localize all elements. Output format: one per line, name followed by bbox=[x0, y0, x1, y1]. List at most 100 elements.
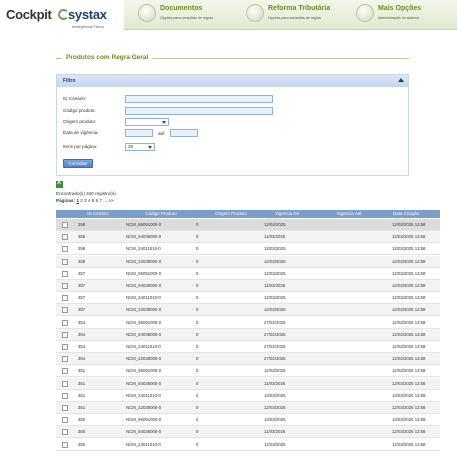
filter-panel: Filtro ID Cenário: Código produto: Orige… bbox=[56, 74, 409, 176]
row-view-icon[interactable] bbox=[62, 380, 68, 387]
row-view-icon[interactable] bbox=[62, 429, 68, 436]
table-row[interactable]: 358 NCM_94036000-0 0 11/03/2025 12/03/2025 1… bbox=[56, 231, 440, 244]
cell-id-cenario: 358 bbox=[78, 246, 86, 252]
row-view-icon[interactable] bbox=[62, 258, 68, 265]
row-view-icon[interactable] bbox=[62, 307, 68, 314]
table-row[interactable]: 350 NCM_96091000-0 0 12/03/2025 12/03/2025 1… bbox=[56, 414, 440, 427]
pagination-current-page[interactable]: 1 bbox=[76, 198, 79, 203]
row-view-icon[interactable] bbox=[62, 283, 68, 289]
cell-data-criacao: 12/03/2025 13:58 bbox=[392, 222, 426, 227]
cell-vigencia-de: 12/03/2025 bbox=[264, 295, 286, 301]
row-view-icon[interactable] bbox=[62, 356, 68, 363]
col-data-criacao[interactable]: Data Criação bbox=[376, 211, 436, 216]
col-origem-produto[interactable]: Origem Produto bbox=[196, 211, 266, 216]
table-row[interactable]: 354 NCM_94036000-0 0 27/02/2025 12/03/2025 1… bbox=[56, 328, 440, 341]
data-ate-label: até bbox=[158, 131, 165, 136]
cell-data-criacao: 12/03/2025 13:58 bbox=[392, 344, 426, 349]
col-vigencia-de[interactable]: Vigencia De bbox=[262, 211, 312, 216]
codigo-produto-input[interactable] bbox=[125, 107, 273, 115]
table-row[interactable]: 350 NCM_24011010-0 0 12/03/2025 12/03/2025 1… bbox=[56, 439, 440, 451]
excel-export-icon[interactable] bbox=[56, 180, 63, 188]
row-view-icon[interactable] bbox=[62, 295, 68, 302]
row-view-icon[interactable] bbox=[62, 441, 68, 448]
tab-mais-opcoes[interactable]: Mais Opções Administração do sistema bbox=[352, 2, 452, 28]
table-row[interactable]: 351 NCM_94036000-0 0 11/03/2025 12/03/2025 1… bbox=[56, 377, 440, 390]
cell-id-cenario: 350 bbox=[78, 441, 86, 447]
cell-data-criacao: 12/03/2025 13:58 bbox=[392, 283, 426, 288]
cell-id-cenario: 354 bbox=[78, 344, 86, 349]
cell-data-criacao: 12/03/2025 13:58 bbox=[392, 234, 426, 240]
row-view-icon[interactable] bbox=[62, 368, 68, 375]
table-row[interactable]: 354 NCM_24011010-0 0 27/02/2025 12/03/2025 1… bbox=[56, 341, 440, 353]
main-nav-tabs: Documentos Opções para consultas de regr… bbox=[124, 0, 457, 30]
itens-pagina-label: Itens por página: bbox=[63, 144, 98, 149]
table-row[interactable]: 354 NCM_22030000-0 0 27/02/2025 12/03/2025 1… bbox=[56, 353, 440, 366]
cell-vigencia-de: 11/03/2025 bbox=[264, 380, 286, 386]
cell-id-cenario: 351 bbox=[78, 380, 86, 386]
row-view-icon[interactable] bbox=[62, 222, 68, 228]
cell-data-criacao: 12/03/2025 13:58 bbox=[392, 246, 426, 252]
table-row[interactable]: 358 NCM_24011010-0 0 12/03/2025 12/03/2025 1… bbox=[56, 243, 440, 256]
table-row[interactable]: 357 NCM_96091000-0 0 12/03/2025 12/03/2025 1… bbox=[56, 268, 440, 280]
cell-vigencia-de: 12/03/2025 bbox=[264, 405, 286, 410]
table-row[interactable]: 351 NCM_96091000-0 0 12/03/2025 12/03/2025 1… bbox=[56, 365, 440, 378]
tab-documentos-title: Documentos bbox=[160, 5, 203, 12]
cell-id-cenario: 358 bbox=[78, 258, 86, 264]
cell-origem-produto: 0 bbox=[196, 380, 199, 386]
cell-codigo-produto: NCM_96091000-0 bbox=[126, 417, 162, 423]
cell-origem-produto: 0 bbox=[196, 331, 199, 337]
cell-codigo-produto: NCM_96091000-0 bbox=[126, 368, 162, 374]
cell-codigo-produto: NCM_96091000-0 bbox=[126, 222, 162, 227]
cell-vigencia-de: 12/03/2025 bbox=[264, 222, 286, 227]
col-codigo-produto[interactable]: Código Produto bbox=[126, 211, 196, 216]
row-view-icon[interactable] bbox=[62, 319, 68, 326]
pagination-other-pages[interactable]: 2 3 4 5 6 7 ... >> bbox=[80, 198, 113, 203]
table-row[interactable]: 351 NCM_22030000-0 0 12/03/2025 12/03/2025 1… bbox=[56, 402, 440, 414]
pagination-label: Páginas: bbox=[56, 198, 76, 203]
tab-reforma-tributaria[interactable]: Reforma Tributária Opções para consultas… bbox=[242, 2, 342, 28]
row-view-icon[interactable] bbox=[62, 234, 68, 241]
row-view-icon[interactable] bbox=[62, 405, 68, 411]
data-vigencia-to-input[interactable] bbox=[170, 129, 198, 137]
data-vigencia-from-input[interactable] bbox=[125, 129, 153, 137]
row-view-icon[interactable] bbox=[62, 344, 68, 350]
table-row[interactable]: 350 NCM_94036000-0 0 11/03/2025 12/03/2025 1… bbox=[56, 426, 440, 439]
col-vigencia-ate[interactable]: Vigencia Até bbox=[324, 211, 374, 216]
table-row[interactable]: 357 NCM_22030000-0 0 12/03/2025 12/03/2025 1… bbox=[56, 304, 440, 317]
cell-codigo-produto: NCM_24011010-0 bbox=[126, 441, 161, 447]
row-view-icon[interactable] bbox=[62, 246, 68, 253]
table-header: ID Cenário Código Produto Origem Produto… bbox=[56, 210, 440, 218]
logo-cockpit-text: Cockpit bbox=[6, 7, 52, 22]
cell-id-cenario: 358 bbox=[78, 234, 86, 240]
row-view-icon[interactable] bbox=[62, 392, 68, 399]
table-row[interactable]: 351 NCM_24011010-0 0 12/03/2025 12/03/2025 1… bbox=[56, 390, 440, 402]
row-view-icon[interactable] bbox=[62, 417, 68, 424]
cell-id-cenario: 351 bbox=[78, 368, 86, 374]
cell-vigencia-de: 12/03/2025 bbox=[264, 368, 286, 374]
data-vigencia-label: Data de vigência: bbox=[63, 130, 99, 135]
origem-produto-select[interactable] bbox=[125, 118, 169, 126]
col-id-cenario[interactable]: ID Cenário bbox=[78, 211, 118, 216]
table-row[interactable]: 357 NCM_24011010-0 0 12/03/2025 12/03/2025 1… bbox=[56, 292, 440, 305]
cell-origem-produto: 0 bbox=[196, 344, 199, 349]
filter-header[interactable]: Filtro bbox=[57, 75, 408, 87]
row-view-icon[interactable] bbox=[62, 270, 68, 277]
table-row[interactable]: 358 NCM_22030000-0 0 12/03/2025 12/03/2025 1… bbox=[56, 255, 440, 268]
cell-data-criacao: 12/03/2025 13:58 bbox=[392, 405, 426, 410]
cell-data-criacao: 12/03/2025 13:58 bbox=[392, 429, 426, 435]
table-row[interactable]: 354 NCM_96091000-0 0 27/02/2025 12/03/2025 1… bbox=[56, 317, 440, 329]
table-row[interactable]: 357 NCM_94036000-0 0 11/03/2025 12/03/2025 1… bbox=[56, 280, 440, 292]
row-view-icon[interactable] bbox=[62, 331, 68, 338]
tab-documentos[interactable]: Documentos Opções para consultas de regr… bbox=[134, 2, 234, 28]
cell-vigencia-de: 12/03/2025 bbox=[264, 246, 286, 252]
consultar-button[interactable]: Consultar bbox=[63, 159, 93, 168]
itens-pagina-select[interactable]: 25 bbox=[125, 143, 155, 151]
cell-codigo-produto: NCM_24011010-0 bbox=[126, 246, 161, 252]
collapse-arrow-icon[interactable] bbox=[398, 78, 404, 82]
filter-header-label: Filtro bbox=[63, 78, 76, 84]
cell-id-cenario: 350 bbox=[78, 429, 86, 435]
cell-data-criacao: 12/03/2025 13:58 bbox=[392, 380, 426, 386]
cell-origem-produto: 0 bbox=[196, 307, 199, 313]
id-cenario-input[interactable] bbox=[125, 95, 273, 103]
table-row[interactable]: 358 NCM_96091000-0 0 12/03/2025 12/03/2025 1… bbox=[56, 219, 440, 231]
